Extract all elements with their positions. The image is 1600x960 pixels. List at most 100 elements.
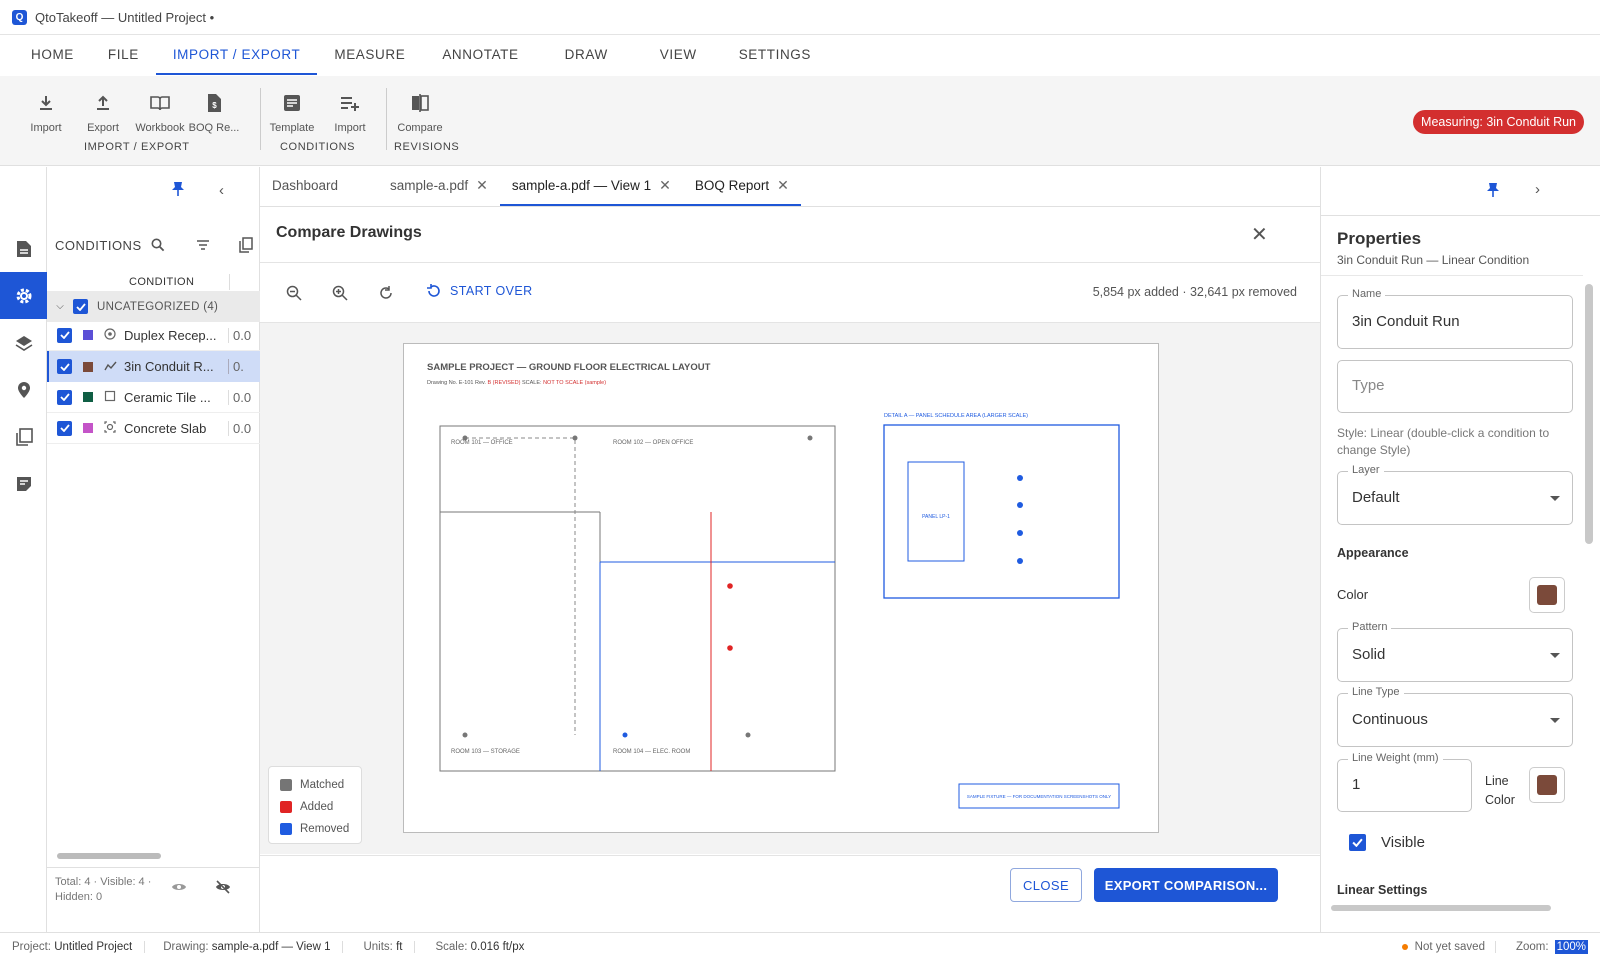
legend-swatch: [280, 779, 292, 791]
line-type-select[interactable]: Line Type Continuous: [1337, 686, 1573, 747]
row-checkbox[interactable]: [57, 327, 72, 343]
line-color-picker[interactable]: [1529, 767, 1565, 803]
locations-nav[interactable]: [0, 366, 47, 413]
rail-top-spacer: [0, 167, 46, 225]
show-all-icon[interactable]: [171, 881, 187, 896]
color-picker[interactable]: [1529, 577, 1565, 613]
start-over-button[interactable]: START OVER: [426, 283, 533, 299]
name-field[interactable]: Name 3in Conduit Run: [1337, 288, 1573, 349]
pin-icon[interactable]: [1486, 182, 1500, 201]
close-tab-icon[interactable]: ✕: [476, 177, 488, 194]
horizontal-scrollbar[interactable]: [1331, 905, 1551, 911]
condition-group-row[interactable]: ⌵ UNCATEGORIZED (4): [47, 291, 260, 322]
duplicate-icon[interactable]: [239, 237, 253, 256]
tab-label: sample-a.pdf — View 1: [511, 178, 652, 193]
zoom-in-icon[interactable]: [332, 285, 348, 304]
close-dialog-icon[interactable]: ✕: [1251, 222, 1268, 247]
conditions-title: CONDITIONS: [55, 238, 142, 253]
layers-nav[interactable]: [0, 319, 47, 366]
collapse-left-icon[interactable]: ‹: [219, 182, 224, 199]
menu-draw[interactable]: DRAW: [539, 35, 634, 75]
close-button[interactable]: CLOSE: [1010, 868, 1082, 902]
compare-button[interactable]: Compare: [392, 88, 448, 134]
import-button[interactable]: Import: [18, 88, 74, 134]
vertical-scrollbar[interactable]: [1585, 284, 1593, 544]
pattern-select[interactable]: Pattern Solid: [1337, 621, 1573, 682]
condition-name: Duplex Recep...: [124, 327, 217, 343]
zoom-out-icon[interactable]: [286, 285, 302, 304]
legend-label: Added: [300, 801, 334, 813]
condition-quantity: 0.0: [228, 327, 251, 343]
field-label: Line Weight (mm): [1348, 752, 1443, 764]
search-icon[interactable]: [151, 238, 165, 255]
menu-import-export[interactable]: IMPORT / EXPORT: [155, 35, 318, 75]
workbook-button[interactable]: Workbook: [132, 88, 188, 134]
import-conditions-button[interactable]: Import: [322, 88, 378, 134]
pin-icon[interactable]: [171, 181, 185, 200]
legend-item-added: Added: [280, 796, 350, 818]
column-header-label: CONDITION: [129, 276, 195, 288]
horizontal-scrollbar[interactable]: [49, 853, 253, 859]
documents-nav[interactable]: [0, 225, 47, 272]
scrollbar-thumb[interactable]: [57, 853, 161, 859]
room-label: ROOM 103 — STORAGE: [451, 749, 520, 755]
properties-subtitle: 3in Conduit Run — Linear Condition: [1337, 253, 1530, 267]
field-label: Layer: [1348, 464, 1384, 476]
pages-nav[interactable]: [0, 413, 47, 460]
ribbon-group-import-export: Import Export Workbook $ BOQ Re... IMPOR…: [18, 76, 248, 166]
tab-boq-report[interactable]: BOQ Report ✕: [682, 167, 801, 206]
hide-all-icon[interactable]: [215, 880, 231, 897]
type-field[interactable]: Type: [1337, 360, 1573, 413]
dropdown-caret-icon: [1550, 653, 1560, 658]
template-button[interactable]: Template: [264, 88, 320, 134]
filter-icon[interactable]: [196, 239, 210, 254]
export-comparison-button[interactable]: EXPORT COMPARISON...: [1094, 868, 1278, 902]
export-button[interactable]: Export: [75, 88, 131, 134]
tab-sample-pdf[interactable]: sample-a.pdf ✕: [378, 167, 500, 206]
status-units: Units: ft: [343, 940, 416, 953]
reset-rotation-icon[interactable]: [378, 285, 394, 304]
menu-measure[interactable]: MEASURE: [317, 35, 422, 75]
menu-settings[interactable]: SETTINGS: [723, 35, 827, 75]
row-checkbox[interactable]: [57, 389, 72, 405]
condition-row[interactable]: Ceramic Tile ... 0.0: [47, 382, 260, 413]
collapse-right-icon[interactable]: ›: [1535, 181, 1540, 198]
layer-select[interactable]: Layer Default: [1337, 464, 1573, 525]
document-icon: [16, 240, 31, 257]
chevron-down-icon[interactable]: ⌵: [47, 301, 73, 312]
tab-sample-pdf-view1[interactable]: sample-a.pdf — View 1 ✕: [499, 167, 683, 206]
close-tab-icon[interactable]: ✕: [777, 177, 789, 194]
row-checkbox[interactable]: [57, 359, 72, 374]
drawing-title: SAMPLE PROJECT — GROUND FLOOR ELECTRICAL…: [427, 362, 711, 373]
condition-row[interactable]: Concrete Slab 0.0: [47, 413, 260, 444]
fixture-added: [727, 645, 733, 651]
condition-row[interactable]: Duplex Recep... 0.0: [47, 320, 260, 351]
tab-label: Dashboard: [272, 178, 339, 193]
field-label: Line Type: [1348, 686, 1404, 698]
comparison-canvas[interactable]: SAMPLE PROJECT — GROUND FLOOR ELECTRICAL…: [260, 323, 1320, 854]
ribbon-divider: [386, 88, 387, 150]
boq-report-button[interactable]: $ BOQ Re...: [186, 88, 242, 134]
zoom-value[interactable]: 100%: [1554, 939, 1588, 954]
menu-annotate[interactable]: ANNOTATE: [422, 35, 538, 75]
app-logo: Q: [12, 9, 27, 25]
visible-toggle[interactable]: Visible: [1349, 834, 1425, 851]
menu-view[interactable]: VIEW: [634, 35, 723, 75]
legend-label: Removed: [300, 823, 350, 835]
status-label: Units:: [363, 940, 393, 953]
group-label: UNCATEGORIZED (4): [97, 300, 219, 313]
import-conditions-label: Import: [334, 122, 366, 134]
menu-home[interactable]: HOME: [14, 35, 91, 75]
group-checkbox[interactable]: [73, 299, 88, 314]
tab-dashboard[interactable]: Dashboard: [272, 167, 378, 206]
document-area: Dashboard sample-a.pdf ✕ sample-a.pdf — V…: [260, 167, 1320, 932]
status-value: sample-a.pdf — View 1: [211, 940, 331, 953]
visible-checkbox[interactable]: [1349, 834, 1366, 851]
condition-row-selected[interactable]: 3in Conduit R... 0.: [47, 351, 260, 382]
menu-file[interactable]: FILE: [91, 35, 156, 75]
close-tab-icon[interactable]: ✕: [659, 177, 671, 194]
line-weight-field[interactable]: Line Weight (mm) 1: [1337, 752, 1472, 812]
conditions-nav[interactable]: [0, 272, 47, 319]
notes-nav[interactable]: [0, 460, 47, 507]
row-checkbox[interactable]: [57, 420, 72, 436]
